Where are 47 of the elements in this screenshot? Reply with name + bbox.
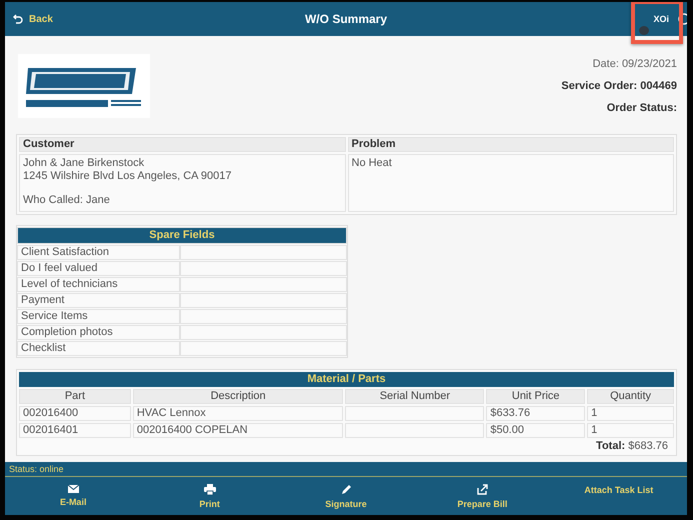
table-cell: 002016400 COPELAN [132, 423, 344, 438]
company-logo-icon [18, 54, 150, 118]
pencil-icon [340, 484, 352, 494]
table-cell: HVAC Lennox [132, 406, 344, 421]
service-order-number: Service Order: 004469 [561, 80, 677, 92]
toolbar-button[interactable]: Attach Task List [550, 477, 687, 515]
column-header: Customer [19, 137, 346, 152]
toolbar-button[interactable]: Print [141, 477, 278, 515]
problem-cell: No Heat [348, 154, 674, 212]
field-label: Level of technicians [17, 277, 180, 292]
highlight-frame [631, 2, 683, 44]
field-label: Checklist [17, 341, 180, 356]
field-label: Completion photos [17, 325, 180, 340]
total-amount: Total: $683.76 [596, 440, 668, 452]
table-cell: $633.76 [486, 406, 586, 421]
table-cell: $50.00 [486, 423, 586, 438]
column-header: Part [19, 389, 131, 404]
window-title: W/O Summary [304, 12, 388, 26]
envelope-icon [68, 485, 79, 493]
share-icon [476, 484, 488, 494]
column-header: Description [132, 389, 344, 404]
printer-icon [204, 484, 216, 494]
table-cell: 002016401 [19, 423, 131, 438]
field-label: Do I feel valued [17, 261, 180, 276]
toolbar-button[interactable]: Prepare Bill [414, 477, 551, 515]
column-header: Problem [348, 137, 674, 152]
back-button[interactable]: Back [13, 14, 53, 24]
table-cell: 1 [587, 423, 674, 438]
column-header: Unit Price [486, 389, 586, 404]
parts-header: Material / Parts [19, 372, 674, 387]
order-status: Order Status: [606, 102, 677, 114]
spare-fields-header: Spare Fields [17, 227, 347, 244]
pointer-dot [639, 26, 649, 35]
field-label: Payment [17, 293, 180, 308]
table-cell: 1 [587, 406, 674, 421]
toolbar-button[interactable]: E-Mail [5, 477, 142, 515]
back-arrow-icon [13, 14, 23, 24]
column-header: Serial Number [345, 389, 484, 404]
order-date: Date: 09/23/2021 [592, 58, 677, 70]
customer-cell: John & Jane Birkenstock 1245 Wilshire Blvd Los Angeles, CA 90017 Who Called: Jane [19, 154, 346, 212]
xoi-button[interactable]: XOi [653, 14, 669, 24]
field-label: Service Items [17, 309, 180, 324]
field-label: Client Satisfaction [17, 245, 180, 260]
toolbar-button[interactable]: Signature [278, 477, 414, 515]
status-text: Status: online [9, 464, 64, 474]
column-header: Quantity [587, 389, 674, 404]
table-cell: 002016400 [19, 406, 131, 421]
